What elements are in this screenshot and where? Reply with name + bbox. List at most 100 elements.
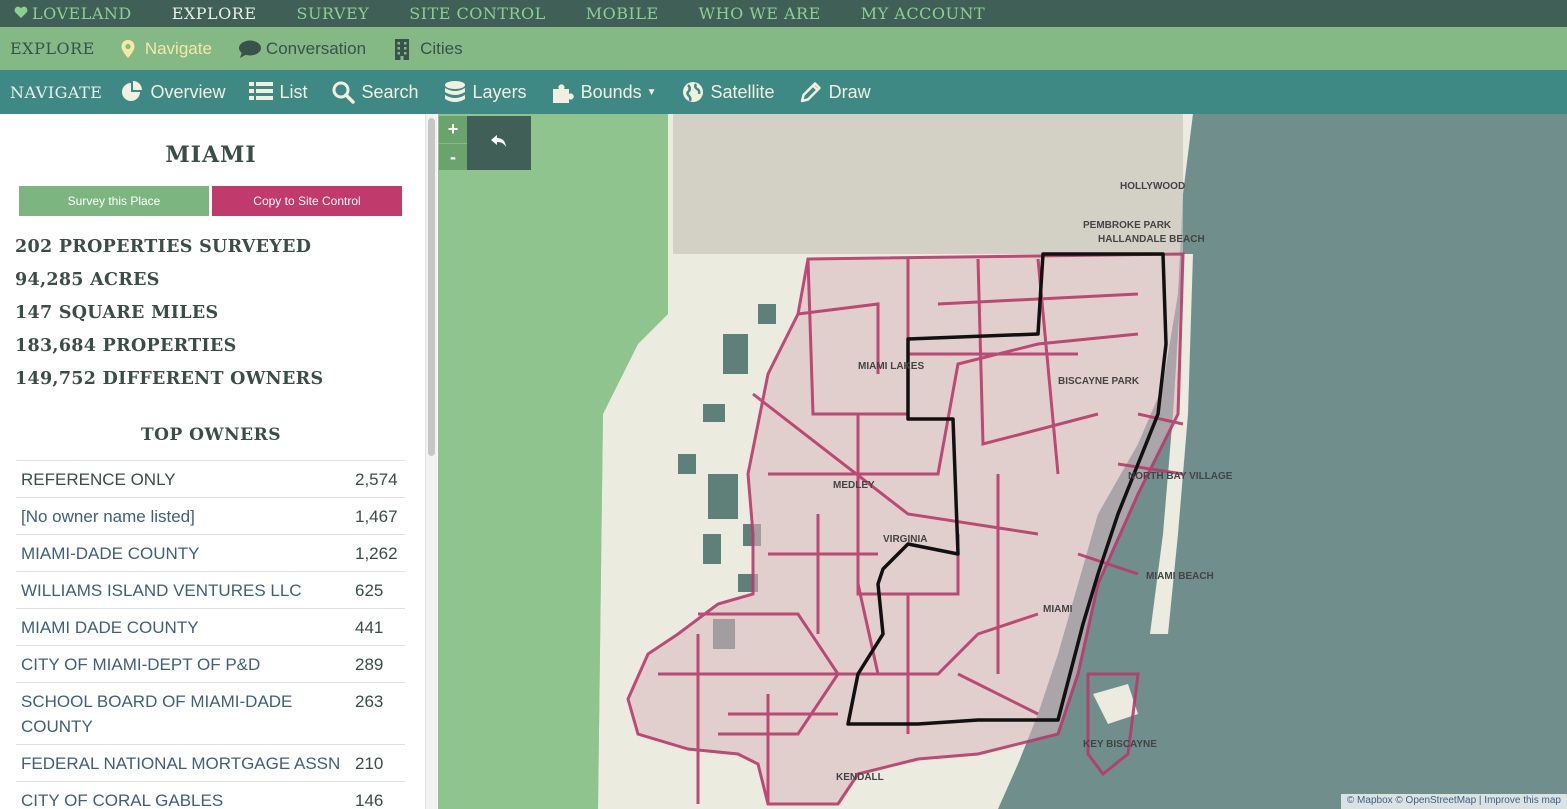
owner-row: MIAMI-DADE COUNTY 1,262 [16,534,405,572]
stat-different-owners: 149,752 DIFFERENT OWNERS [15,369,324,389]
stat-acres: 94,285 ACRES [15,270,160,290]
map-pin-icon [117,38,139,60]
owner-row: CITY OF CORAL GABLES 146 [16,781,405,809]
top-owners-heading: TOP OWNERS [141,425,281,445]
map-label-hollywood: HOLLYWOOD [1120,181,1185,192]
owner-count: 263 [355,692,384,711]
zoom-out-button[interactable]: - [439,143,467,170]
list-icon [249,80,274,104]
subnav-conversation[interactable]: Conversation [238,38,366,60]
sidebar-scrollbar[interactable] [425,114,437,809]
owner-count: 289 [355,655,384,674]
sidebar-scroll-thumb[interactable] [428,118,435,456]
owner-count: 2,574 [355,470,398,489]
nav-survey[interactable]: SURVEY [297,4,370,23]
subnav-section-label: EXPLORE [10,39,95,58]
map-label-medley: MEDLEY [833,480,875,491]
owner-count: 146 [355,791,384,809]
place-stats: 202 PROPERTIES SURVEYED 94,285 ACRES 147… [15,234,323,399]
zoom-in-button[interactable]: + [439,116,467,143]
toolbar-search-label: Search [361,81,419,102]
zoom-control: + - [439,116,467,170]
subnav-navigate[interactable]: Navigate [117,38,212,60]
search-icon [331,80,356,104]
owner-count: 441 [355,618,384,637]
toolbar-draw[interactable]: Draw [799,80,871,104]
toolbar-bounds[interactable]: Bounds ▼ [551,80,657,104]
map-label-virginia: VIRGINIA [883,534,927,545]
map-graphic: PEMBROKE PARK HOLLYWOOD HALLANDALE BEACH… [438,114,1233,809]
owner-row: MIAMI DADE COUNTY 441 [16,608,405,646]
owner-row: CITY OF MIAMI-DEPT OF P&D 289 [16,645,405,683]
pie-chart-icon [120,80,144,104]
toolbar-list[interactable]: List [249,80,307,104]
nav-who-we-are[interactable]: WHO WE ARE [699,4,821,23]
toolbar-layers[interactable]: Layers [443,80,527,104]
stat-square-miles: 147 SQUARE MILES [15,303,219,323]
owner-link[interactable]: MIAMI DADE COUNTY [16,609,351,646]
stat-properties-surveyed: 202 PROPERTIES SURVEYED [15,237,312,257]
owner-link[interactable]: SCHOOL BOARD OF MIAMI-DADE COUNTY [16,683,351,745]
map-label-miami-beach: MIAMI BEACH [1146,571,1214,582]
nav-site-control[interactable]: SITE CONTROL [409,4,546,23]
toolbar-overview[interactable]: Overview [120,80,225,104]
subnav-cities-label: Cities [420,38,463,58]
subnav-conversation-label: Conversation [265,38,367,58]
toolbar-layers-label: Layers [472,81,527,102]
caret-down-icon: ▼ [646,86,657,98]
toolbar-overview-label: Overview [150,81,226,102]
map-label-pembroke-park: PEMBROKE PARK [1083,220,1172,231]
owner-row: SCHOOL BOARD OF MIAMI-DADE COUNTY 263 [16,682,405,745]
survey-place-button[interactable]: Survey this Place [19,186,209,216]
toolbar-draw-label: Draw [828,81,871,102]
toolbar-satellite[interactable]: Satellite [681,80,775,104]
owner-count: 1,467 [355,507,398,526]
map-canvas[interactable]: PEMBROKE PARK HOLLYWOOD HALLANDALE BEACH… [438,114,1567,809]
building-icon [392,38,414,60]
map-attribution[interactable]: © Mapbox © OpenStreetMap | Improve this … [1340,794,1567,809]
map-back-button[interactable] [467,116,531,170]
map-label-miami-lakes: MIAMI LAKES [858,361,924,372]
map-label-north-bay-village: NORTH BAY VILLAGE [1128,471,1233,482]
subnav-navigate-label: Navigate [144,38,212,58]
map-label-biscayne-park: BISCAYNE PARK [1058,376,1140,387]
map-label-hallandale-beach: HALLANDALE BEACH [1098,234,1205,245]
owner-link[interactable]: CITY OF MIAMI-DEPT OF P&D [16,646,351,683]
nav-loveland[interactable]: LOVELAND [14,4,132,23]
owner-count: 210 [355,754,384,773]
explore-subnav: EXPLORE Navigate Conversation Cities [0,27,1567,70]
place-title: MIAMI [165,142,257,168]
nav-explore[interactable]: EXPLORE [172,4,257,23]
owner-link[interactable]: WILLIAMS ISLAND VENTURES LLC [16,572,351,609]
toolbar-satellite-label: Satellite [710,81,775,102]
place-sidebar: MIAMI Survey this Place Copy to Site Con… [0,114,425,809]
copy-to-site-control-button[interactable]: Copy to Site Control [212,186,402,216]
pencil-icon [799,80,823,104]
map-label-key-biscayne: KEY BISCAYNE [1083,739,1157,750]
undo-arrow-icon [490,132,508,155]
owner-count: 625 [355,581,384,600]
owner-row: [No owner name listed] 1,467 [16,497,405,535]
toolbar-bounds-label: Bounds [580,81,642,102]
top-nav: LOVELAND EXPLORE SURVEY SITE CONTROL MOB… [0,0,1567,27]
nav-mobile[interactable]: MOBILE [586,4,659,23]
owner-link[interactable]: MIAMI-DADE COUNTY [16,535,351,572]
owner-row: WILLIAMS ISLAND VENTURES LLC 625 [16,571,405,609]
speech-bubble-icon [238,38,261,60]
heart-icon [14,4,28,23]
owner-link[interactable]: FEDERAL NATIONAL MORTGAGE ASSN [16,745,351,782]
toolbar-list-label: List [279,81,308,102]
subnav-cities[interactable]: Cities [392,38,463,60]
owner-count: 1,262 [355,544,398,563]
map-label-kendall: KENDALL [836,772,884,783]
puzzle-icon [551,80,575,104]
globe-icon [681,80,705,104]
layers-icon [443,80,467,104]
owner-link[interactable]: CITY OF CORAL GABLES [16,782,351,809]
owner-link[interactable]: [No owner name listed] [16,498,351,535]
map-label-miami: MIAMI [1043,604,1073,615]
toolbar-section-label: NAVIGATE [10,82,103,102]
owner-name: REFERENCE ONLY [21,470,176,489]
nav-my-account[interactable]: MY ACCOUNT [861,4,985,23]
toolbar-search[interactable]: Search [331,80,419,104]
